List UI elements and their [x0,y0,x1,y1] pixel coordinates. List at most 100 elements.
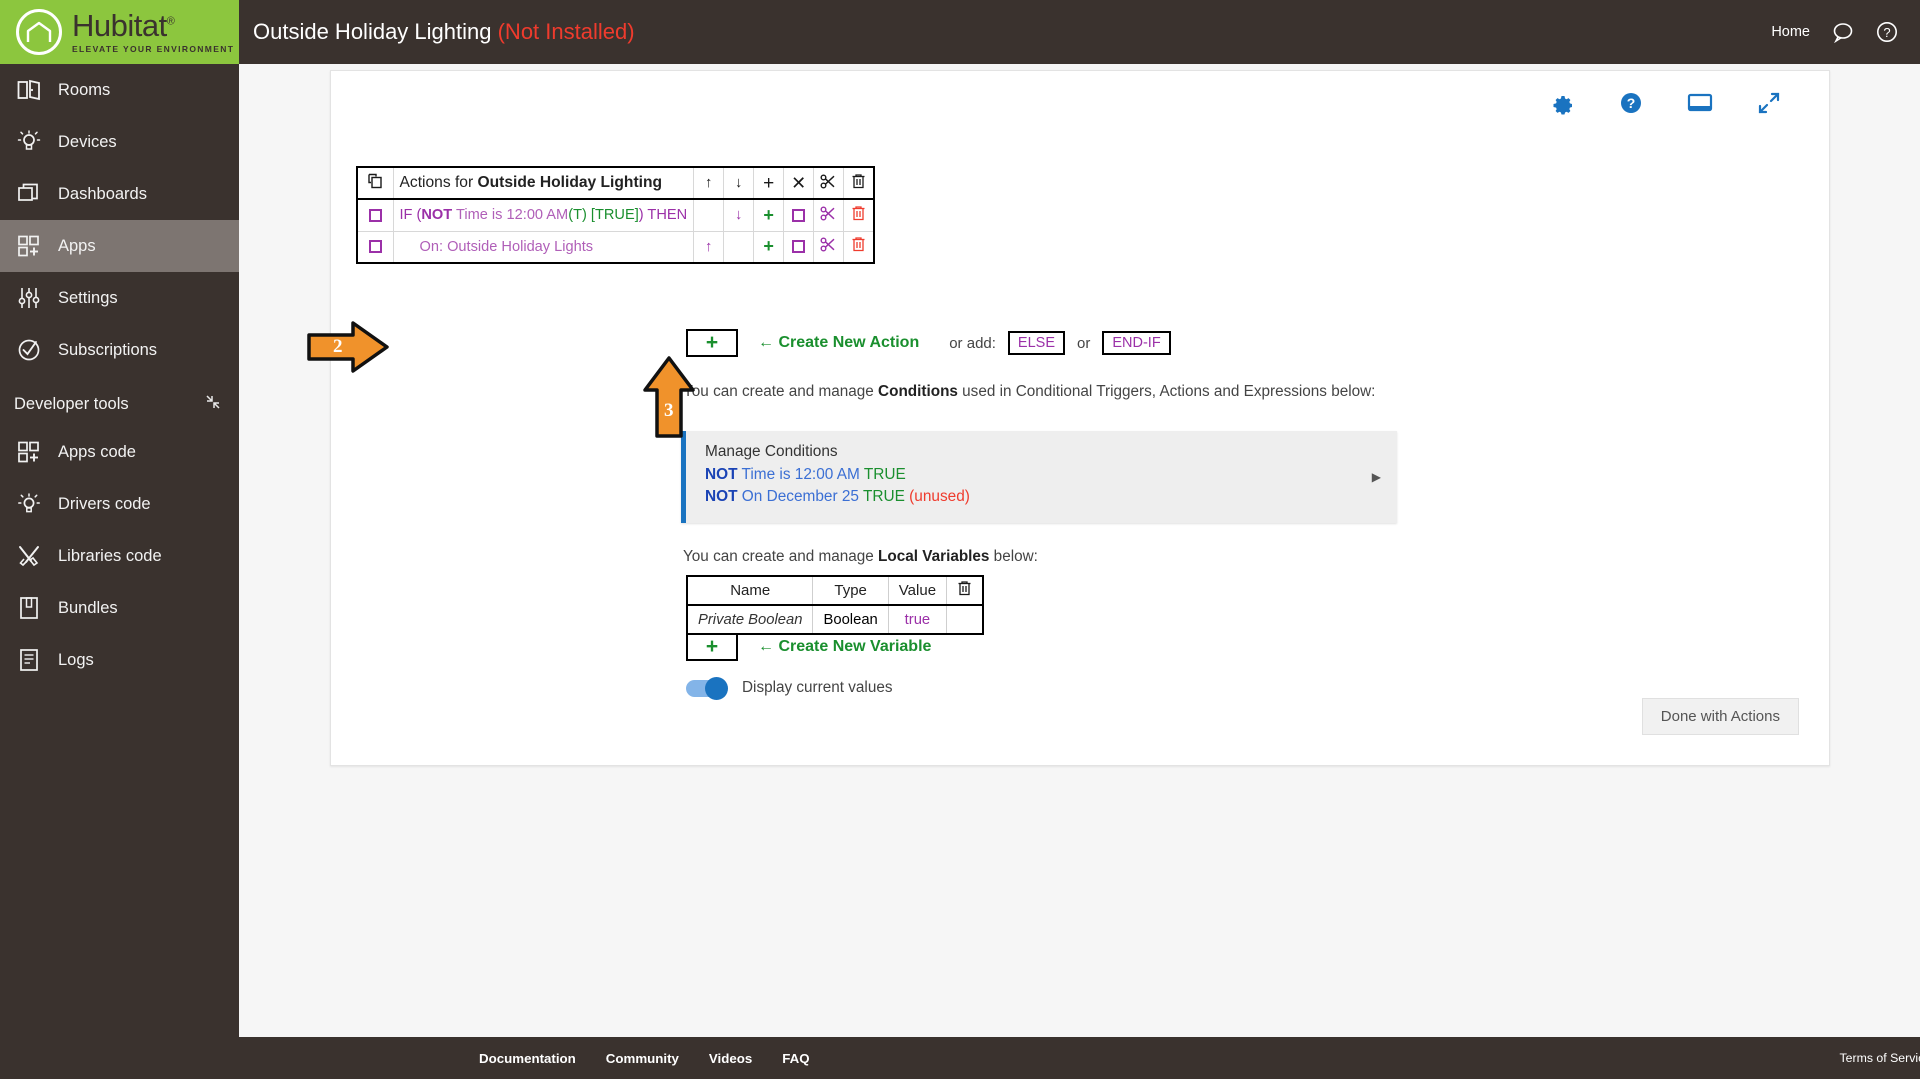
brand-name: Hubitat® [72,10,234,41]
stmt-seg: Time is 12:00 AM [452,207,569,224]
app-config-card: ? Actions for Outside Holiday Lighting ↑… [307,70,1830,766]
expand-icon[interactable] [1757,91,1781,115]
footer-right: Terms of Service Copyright 2018-2023 Hub… [1840,1051,1920,1065]
condition-not: NOT [705,466,738,483]
terms-of-service-link[interactable]: Terms of Service [1840,1051,1920,1065]
sidebar-item-devices[interactable]: Devices [0,116,239,168]
sidebar-item-label: Rooms [58,80,111,99]
row-statement[interactable]: On: Outside Holiday Lights [392,230,695,264]
sidebar-item-label: Apps [58,236,96,255]
create-new-variable-link[interactable]: ← Create New Variable [758,638,931,656]
sidebar-item-subscriptions[interactable]: Subscriptions [0,324,239,376]
sidebar-item-label: Drivers code [58,494,151,513]
actions-table-title: Actions for Outside Holiday Lighting [392,166,695,200]
row-plus-icon[interactable]: + [753,230,785,264]
registered-mark: ® [166,15,175,28]
hubitat-house-icon [16,9,62,55]
chat-icon[interactable] [1832,21,1854,43]
variables-trash-icon[interactable] [946,575,985,606]
brand-logo[interactable]: Hubitat® ELEVATE YOUR ENVIRONMENT [0,0,239,64]
gear-icon[interactable] [1551,91,1575,115]
apps-code-icon [14,437,44,467]
copy-icon[interactable] [356,166,394,200]
variable-name[interactable]: Private Boolean [686,604,814,635]
collapse-icon[interactable] [205,394,221,414]
sidebar-section-developer-tools[interactable]: Developer tools [0,382,239,426]
header-trash-icon[interactable] [843,166,875,200]
footer-link-documentation[interactable]: Documentation [479,1051,576,1066]
callout-arrow-3: 3 [641,356,697,443]
sidebar-item-libraries-code[interactable]: Libraries code [0,530,239,582]
sidebar-item-apps[interactable]: Apps [0,220,239,272]
variable-delete-cell[interactable] [946,604,985,635]
header-plus-icon[interactable]: + [753,166,785,200]
display-current-values-toggle[interactable] [686,676,728,700]
row-statement[interactable]: IF (NOT Time is 12:00 AM(T) [TRUE]) THEN [392,198,695,232]
endif-button[interactable]: END-IF [1102,331,1171,355]
header-scissors-icon[interactable] [813,166,845,200]
header-close-icon[interactable]: ✕ [783,166,815,200]
sidebar-item-bundles[interactable]: Bundles [0,582,239,634]
col-header-name: Name [686,575,814,606]
display-icon[interactable] [1687,92,1713,114]
sidebar-item-logs[interactable]: Logs [0,634,239,686]
sidebar-item-rooms[interactable]: Rooms [0,64,239,116]
header-arrow-up-icon[interactable]: ↑ [693,166,725,200]
condition-body: On December 25 [741,487,859,505]
row-arrow-down-icon [723,230,755,264]
done-with-actions-button[interactable]: Done with Actions [1641,698,1799,735]
sidebar: Hubitat® ELEVATE YOUR ENVIRONMENT Rooms [0,0,239,1079]
condition-state: TRUE [863,466,906,483]
create-new-action-link[interactable]: ← Create New Action [758,334,919,352]
row-plus-icon[interactable]: + [753,198,785,232]
row-checkbox[interactable] [356,198,394,232]
toggle-knob [705,676,728,700]
row-arrow-down-icon[interactable]: ↓ [723,198,755,232]
stmt-seg: On: Outside Holiday Lights [419,238,594,255]
row-trash-icon[interactable] [843,230,875,264]
chevron-right-icon[interactable]: ▶ [1372,470,1381,484]
row-arrow-up-icon [693,198,725,232]
row-scissors-icon[interactable] [813,198,845,232]
row-square-icon[interactable] [783,198,815,232]
sidebar-item-dashboards[interactable]: Dashboards [0,168,239,220]
conditions-intro-c: used in Conditional Triggers, Actions an… [957,383,1376,400]
manage-conditions-box[interactable]: Manage Conditions NOT Time is 12:00 AM T… [681,431,1397,523]
variables-header-row: Name Type Value [686,575,985,606]
condition-not: NOT [705,487,738,505]
footer-link-community[interactable]: Community [606,1051,679,1066]
else-button[interactable]: ELSE [1007,331,1066,355]
sidebar-section-label: Developer tools [14,394,129,413]
help-icon[interactable]: ? [1876,21,1898,43]
variable-value[interactable]: true [887,604,948,635]
sidebar-item-settings[interactable]: Settings [0,272,239,324]
condition-line: NOT Time is 12:00 AM TRUE [705,464,1381,486]
variables-intro-b: Local Variables [878,548,990,565]
row-scissors-icon[interactable] [813,230,845,264]
sidebar-item-drivers-code[interactable]: Drivers code [0,478,239,530]
app-root: Hubitat® ELEVATE YOUR ENVIRONMENT Rooms [0,0,1920,1079]
card-toolbar: ? [1551,91,1781,115]
settings-icon [14,283,44,313]
row-square-icon[interactable] [783,230,815,264]
add-action-plus[interactable]: + [686,329,738,357]
home-link[interactable]: Home [1771,24,1810,40]
header-arrow-down-icon[interactable]: ↓ [723,166,755,200]
sidebar-item-label: Logs [58,650,94,669]
row-checkbox[interactable] [356,230,394,264]
add-variable-plus[interactable]: + [686,633,738,661]
footer-link-videos[interactable]: Videos [709,1051,752,1066]
apps-icon [14,231,44,261]
actions-table: Actions for Outside Holiday Lighting ↑ ↓… [356,166,875,264]
variables-intro: You can create and manage Local Variable… [683,548,1038,566]
sidebar-item-label: Devices [58,132,117,151]
help-circle-icon[interactable]: ? [1619,91,1643,115]
callout-arrow-2: 2 [307,319,389,380]
row-trash-icon[interactable] [843,198,875,232]
sidebar-item-apps-code[interactable]: Apps code [0,426,239,478]
conditions-intro: You can create and manage Conditions use… [683,383,1375,401]
stmt-seg: (T) [568,207,587,224]
condition-line: NOT On December 25 TRUE (unused) [705,486,1381,508]
row-arrow-up-icon[interactable]: ↑ [693,230,725,264]
footer-link-faq[interactable]: FAQ [782,1051,809,1066]
